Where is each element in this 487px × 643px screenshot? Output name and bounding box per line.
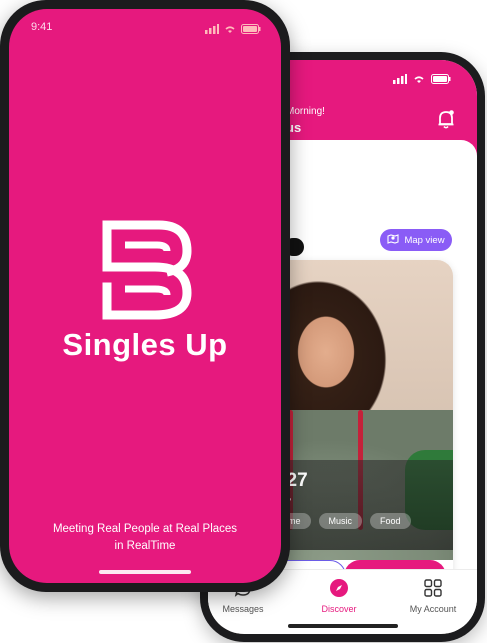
map-view-button[interactable]: Map view (380, 229, 452, 251)
tab-my-account[interactable]: My Account (398, 578, 468, 614)
battery-icon (241, 21, 261, 39)
tagline: Meeting Real People at Real Places in Re… (39, 521, 251, 555)
compass-icon (329, 578, 349, 598)
status-bar (205, 21, 261, 39)
tagline-line: in RealTime (114, 540, 176, 552)
notification-bell-icon[interactable] (435, 108, 457, 130)
interest-tag: Music (318, 513, 363, 529)
battery-icon (431, 74, 451, 87)
status-bar (393, 74, 451, 87)
singles-up-logo-icon (102, 220, 192, 320)
wifi-icon (224, 21, 236, 39)
map-pin-icon (387, 233, 399, 248)
map-view-label: Map view (404, 234, 445, 246)
signal-icon (393, 74, 407, 87)
greeting-text: Morning! (286, 106, 325, 117)
grid-icon (423, 578, 443, 598)
interest-tags: me Music Food (278, 513, 411, 529)
tab-label: Discover (321, 604, 357, 614)
brand-name: Singles Up (62, 327, 228, 362)
status-time: 9:41 (31, 21, 53, 33)
tab-label: My Account (409, 604, 457, 614)
wifi-icon (413, 74, 425, 87)
home-indicator (99, 570, 191, 574)
tab-discover[interactable]: Discover (304, 578, 374, 614)
splash-screen: 9:41 Singles Up Meeting Real People at R… (9, 9, 281, 583)
front-phone-frame: 9:41 Singles Up Meeting Real People at R… (0, 0, 290, 592)
interest-tag: Food (370, 513, 411, 529)
home-indicator (287, 624, 398, 628)
signal-icon (205, 21, 219, 39)
tagline-line: Meeting Real People at Real Places (52, 523, 238, 535)
tab-label: Messages (222, 604, 264, 614)
